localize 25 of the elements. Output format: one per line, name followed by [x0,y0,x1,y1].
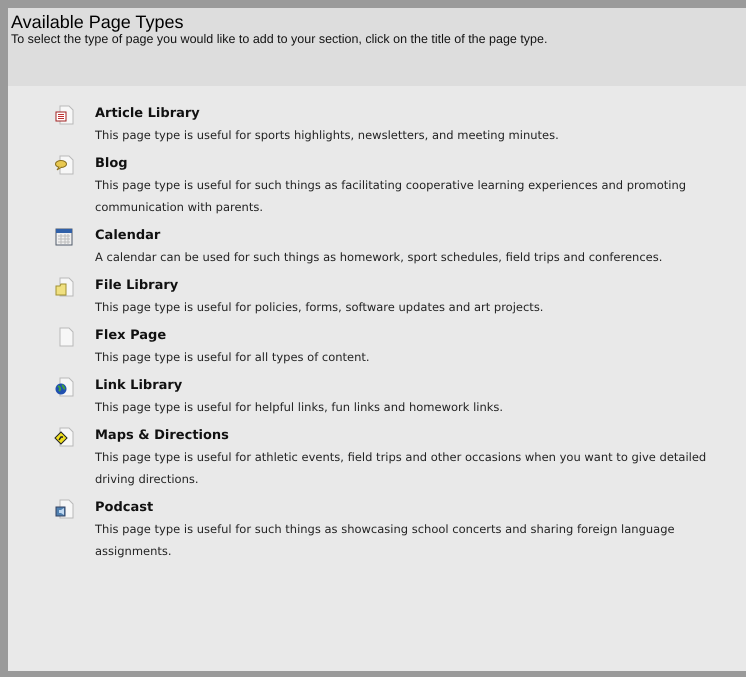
page-type-link[interactable]: File Library [95,276,178,296]
speaker-document-icon [54,499,74,519]
road-sign-icon [54,427,74,447]
page-type-link[interactable]: Calendar [95,226,160,246]
page-type-description: This page type is useful for all types of content. [95,349,370,366]
instructions-text: To select the type of page you would like to add to your section, click on the title of the page type. [11,32,548,46]
globe-icon [54,377,74,397]
calendar-icon [54,227,74,247]
page-type-description: This page type is useful for such things as showcasing school concerts and sharing foreign language assignments. [95,521,676,560]
page-type-link[interactable]: Flex Page [95,326,166,346]
page-type-link[interactable]: Podcast [95,498,154,518]
folder-icon [54,277,74,297]
page-type-link[interactable]: Link Library [95,376,182,396]
speech-bubble-icon [54,155,74,175]
page-type-link[interactable]: Blog [95,154,128,174]
page-type-description: This page type is useful for sports highlights, newsletters, and meeting minutes. [95,127,559,144]
page-type-description: This page type is useful for athletic events, field trips and other occasions when you want to give detailed driving directions. [95,449,708,488]
page-type-link[interactable]: Article Library [95,104,200,124]
page-type-description: This page type is useful for such things as facilitating cooperative learning experiences and promoting communication with parents. [95,177,688,216]
list-document-icon [54,105,74,125]
page-type-description: This page type is useful for helpful links, fun links and homework links. [95,399,504,416]
page-type-description: This page type is useful for policies, forms, software updates and art projects. [95,299,544,316]
page-title: Available Page Types [11,12,184,32]
page-type-link[interactable]: Maps & Directions [95,426,229,446]
page-type-description: A calendar can be used for such things as homework, sport schedules, field trips and conferences. [95,249,662,266]
